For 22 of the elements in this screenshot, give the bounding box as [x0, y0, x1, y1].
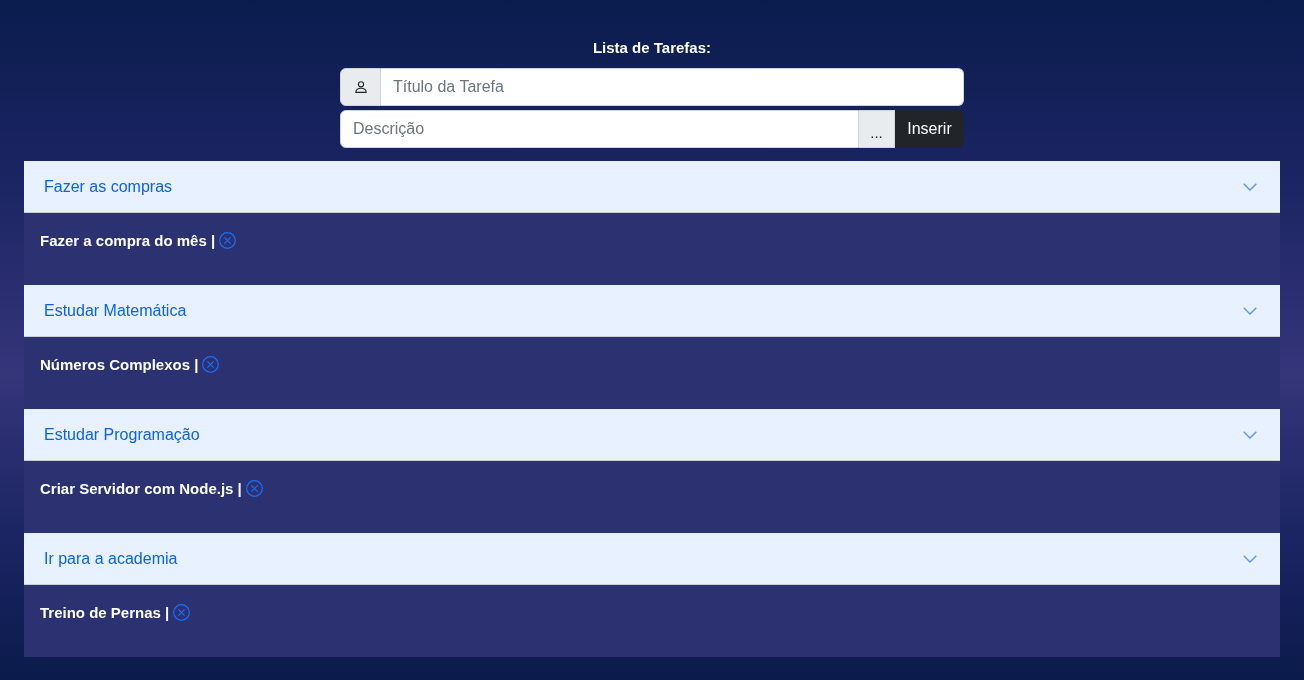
chevron-icon: [1243, 306, 1257, 315]
description-input[interactable]: Descrição: [340, 110, 859, 148]
ellipsis-label: ...: [859, 110, 895, 148]
chevron-icon: [1243, 182, 1257, 191]
task-description: Fazer a compra do mês |: [40, 231, 216, 251]
title-input[interactable]: Título da Tarefa: [381, 68, 964, 106]
circle-x-icon[interactable]: [173, 604, 191, 621]
accordion-header[interactable]: Fazer as compras: [24, 161, 1280, 213]
insert-button[interactable]: Inserir: [895, 110, 964, 148]
circle-x-icon[interactable]: [219, 232, 237, 249]
person-icon: [354, 81, 367, 93]
accordion-header[interactable]: Estudar Programação: [24, 409, 1280, 461]
task-description: Números Complexos |: [40, 355, 199, 375]
accordion-header[interactable]: Estudar Matemática: [24, 285, 1280, 337]
chevron-icon: [1243, 430, 1257, 439]
chevron-icon: [1243, 554, 1257, 563]
circle-x-icon[interactable]: [245, 480, 263, 497]
accordion-header[interactable]: Ir para a academia: [24, 533, 1280, 585]
page-title: Lista de Tarefas:: [592, 38, 712, 58]
task-description: Treino de Pernas |: [40, 603, 170, 623]
task-description: Criar Servidor com Node.js |: [40, 479, 242, 499]
circle-x-icon[interactable]: [202, 356, 220, 373]
